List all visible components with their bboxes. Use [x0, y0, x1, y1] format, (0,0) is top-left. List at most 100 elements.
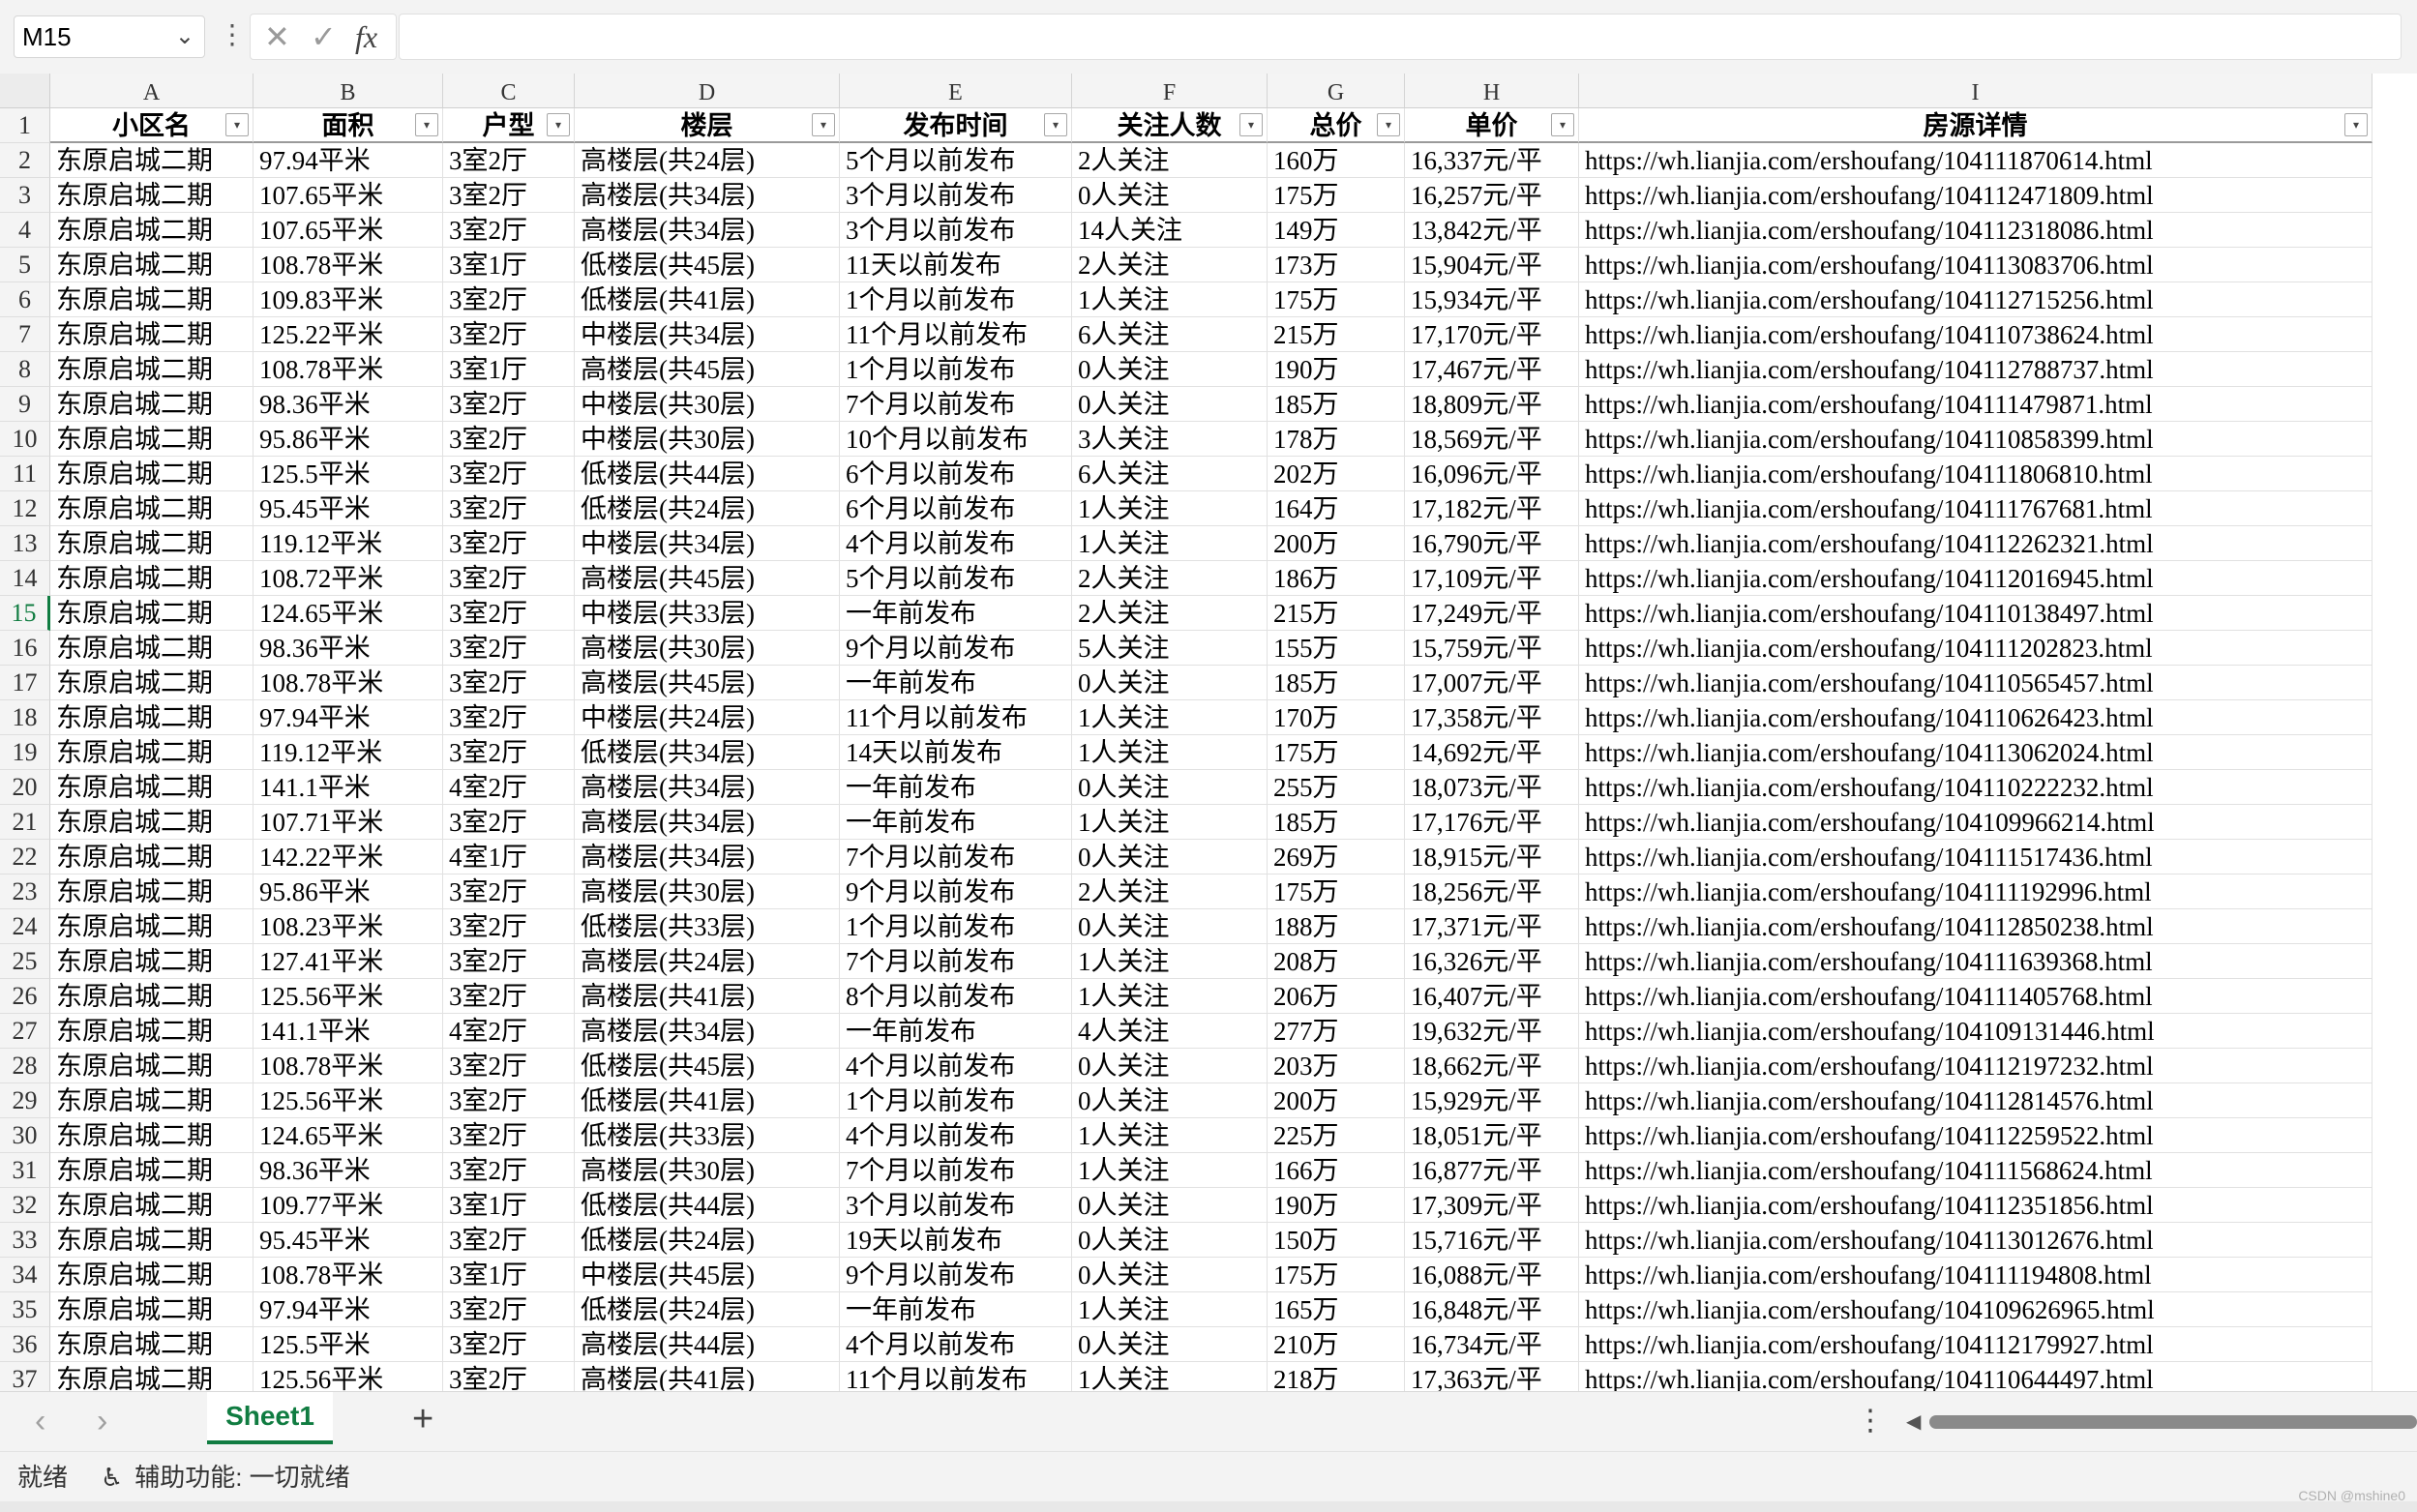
- scrollbar-thumb[interactable]: [1929, 1415, 2417, 1429]
- column-header-e[interactable]: E: [840, 74, 1072, 108]
- cell-area[interactable]: 97.94平米: [254, 700, 443, 735]
- cell-followers[interactable]: 0人关注: [1072, 1083, 1268, 1118]
- cell-unit-price[interactable]: 17,170元/平: [1405, 317, 1579, 352]
- cell-unit-price[interactable]: 15,934元/平: [1405, 282, 1579, 317]
- cell-floor[interactable]: 高楼层(共34层): [575, 178, 840, 213]
- cell-listing-url[interactable]: https://wh.lianjia.com/ershoufang/104111…: [1579, 631, 2372, 666]
- cell-floor[interactable]: 高楼层(共30层): [575, 631, 840, 666]
- row-number[interactable]: 11: [0, 457, 50, 491]
- row-number[interactable]: 14: [0, 561, 50, 596]
- cell-followers[interactable]: 0人关注: [1072, 1049, 1268, 1083]
- cell-area[interactable]: 107.71平米: [254, 805, 443, 840]
- cell-floor[interactable]: 中楼层(共34层): [575, 526, 840, 561]
- chevron-down-icon[interactable]: ⌄: [175, 16, 194, 57]
- row-number[interactable]: 1: [0, 108, 50, 143]
- cell-area[interactable]: 108.78平米: [254, 1049, 443, 1083]
- cell-area[interactable]: 125.5平米: [254, 1327, 443, 1362]
- cell-layout[interactable]: 4室2厅: [443, 1014, 575, 1049]
- cell-total-price[interactable]: 215万: [1268, 596, 1405, 631]
- cell-floor[interactable]: 低楼层(共24层): [575, 1223, 840, 1258]
- cell-area[interactable]: 107.65平米: [254, 213, 443, 248]
- row-number[interactable]: 31: [0, 1153, 50, 1188]
- cell-floor[interactable]: 低楼层(共45层): [575, 248, 840, 282]
- cell-total-price[interactable]: 218万: [1268, 1362, 1405, 1391]
- row-number[interactable]: 30: [0, 1118, 50, 1153]
- cell-area[interactable]: 125.56平米: [254, 1083, 443, 1118]
- cell-floor[interactable]: 低楼层(共45层): [575, 1049, 840, 1083]
- cell-total-price[interactable]: 269万: [1268, 840, 1405, 875]
- cell-publish-time[interactable]: 7个月以前发布: [840, 944, 1072, 979]
- cell-listing-url[interactable]: https://wh.lianjia.com/ershoufang/104111…: [1579, 944, 2372, 979]
- cell-community[interactable]: 东原启城二期: [50, 387, 254, 422]
- cell-listing-url[interactable]: https://wh.lianjia.com/ershoufang/104111…: [1579, 979, 2372, 1014]
- cell-community[interactable]: 东原启城二期: [50, 1327, 254, 1362]
- cell-publish-time[interactable]: 1个月以前发布: [840, 352, 1072, 387]
- cell-layout[interactable]: 3室2厅: [443, 422, 575, 457]
- cell-unit-price[interactable]: 16,257元/平: [1405, 178, 1579, 213]
- cell-total-price[interactable]: 175万: [1268, 735, 1405, 770]
- cell-layout[interactable]: 3室2厅: [443, 491, 575, 526]
- row-number[interactable]: 3: [0, 178, 50, 213]
- cell-total-price[interactable]: 149万: [1268, 213, 1405, 248]
- cell-floor[interactable]: 低楼层(共41层): [575, 1083, 840, 1118]
- cell-followers[interactable]: 0人关注: [1072, 352, 1268, 387]
- chevron-right-icon[interactable]: ›: [97, 1402, 107, 1440]
- cell-unit-price[interactable]: 17,358元/平: [1405, 700, 1579, 735]
- filter-dropdown-icon[interactable]: ▾: [225, 113, 249, 136]
- cell-total-price[interactable]: 255万: [1268, 770, 1405, 805]
- cell-publish-time[interactable]: 11个月以前发布: [840, 700, 1072, 735]
- cell-publish-time[interactable]: 9个月以前发布: [840, 631, 1072, 666]
- cell-listing-url[interactable]: https://wh.lianjia.com/ershoufang/104113…: [1579, 248, 2372, 282]
- cell-floor[interactable]: 高楼层(共30层): [575, 1153, 840, 1188]
- cell-area[interactable]: 97.94平米: [254, 143, 443, 178]
- cell-layout[interactable]: 3室2厅: [443, 317, 575, 352]
- cell-publish-time[interactable]: 一年前发布: [840, 666, 1072, 700]
- cell-publish-time[interactable]: 3个月以前发布: [840, 178, 1072, 213]
- cell-community[interactable]: 东原启城二期: [50, 1292, 254, 1327]
- cell-total-price[interactable]: 175万: [1268, 1258, 1405, 1292]
- cell-unit-price[interactable]: 19,632元/平: [1405, 1014, 1579, 1049]
- cell-listing-url[interactable]: https://wh.lianjia.com/ershoufang/104112…: [1579, 1083, 2372, 1118]
- cell-layout[interactable]: 3室2厅: [443, 526, 575, 561]
- row-number[interactable]: 32: [0, 1188, 50, 1223]
- cell-listing-url[interactable]: https://wh.lianjia.com/ershoufang/104110…: [1579, 596, 2372, 631]
- row-number[interactable]: 26: [0, 979, 50, 1014]
- row-number[interactable]: 10: [0, 422, 50, 457]
- cell-layout[interactable]: 3室2厅: [443, 1153, 575, 1188]
- cell-unit-price[interactable]: 15,929元/平: [1405, 1083, 1579, 1118]
- cell-unit-price[interactable]: 17,176元/平: [1405, 805, 1579, 840]
- add-sheet-button[interactable]: +: [412, 1398, 433, 1440]
- cell-floor[interactable]: 低楼层(共33层): [575, 909, 840, 944]
- cell-floor[interactable]: 低楼层(共34层): [575, 735, 840, 770]
- filter-dropdown-icon[interactable]: ▾: [415, 113, 438, 136]
- check-icon[interactable]: ✓: [311, 15, 337, 59]
- filter-dropdown-icon[interactable]: ▾: [1551, 113, 1574, 136]
- cell-area[interactable]: 108.23平米: [254, 909, 443, 944]
- cell-unit-price[interactable]: 16,848元/平: [1405, 1292, 1579, 1327]
- cell-total-price[interactable]: 190万: [1268, 352, 1405, 387]
- cell-community[interactable]: 东原启城二期: [50, 1049, 254, 1083]
- cell-publish-time[interactable]: 8个月以前发布: [840, 979, 1072, 1014]
- cell-unit-price[interactable]: 17,309元/平: [1405, 1188, 1579, 1223]
- cell-total-price[interactable]: 155万: [1268, 631, 1405, 666]
- row-number[interactable]: 8: [0, 352, 50, 387]
- sheet-tab-sheet1[interactable]: Sheet1: [207, 1392, 333, 1444]
- row-number[interactable]: 2: [0, 143, 50, 178]
- cell-floor[interactable]: 高楼层(共45层): [575, 352, 840, 387]
- formula-input[interactable]: [399, 14, 2402, 60]
- cell-followers[interactable]: 6人关注: [1072, 457, 1268, 491]
- cell-layout[interactable]: 3室1厅: [443, 1258, 575, 1292]
- cell-total-price[interactable]: 170万: [1268, 700, 1405, 735]
- cell-layout[interactable]: 3室2厅: [443, 631, 575, 666]
- cell-floor[interactable]: 高楼层(共34层): [575, 840, 840, 875]
- cell-community[interactable]: 东原启城二期: [50, 805, 254, 840]
- filter-dropdown-icon[interactable]: ▾: [812, 113, 835, 136]
- cell-listing-url[interactable]: https://wh.lianjia.com/ershoufang/104112…: [1579, 526, 2372, 561]
- column-header-h[interactable]: H: [1405, 74, 1579, 108]
- cell-total-price[interactable]: 210万: [1268, 1327, 1405, 1362]
- cell-publish-time[interactable]: 1个月以前发布: [840, 909, 1072, 944]
- filter-dropdown-icon[interactable]: ▾: [2344, 113, 2368, 136]
- cell-total-price[interactable]: 215万: [1268, 317, 1405, 352]
- cell-listing-url[interactable]: https://wh.lianjia.com/ershoufang/104112…: [1579, 282, 2372, 317]
- cell-listing-url[interactable]: https://wh.lianjia.com/ershoufang/104111…: [1579, 143, 2372, 178]
